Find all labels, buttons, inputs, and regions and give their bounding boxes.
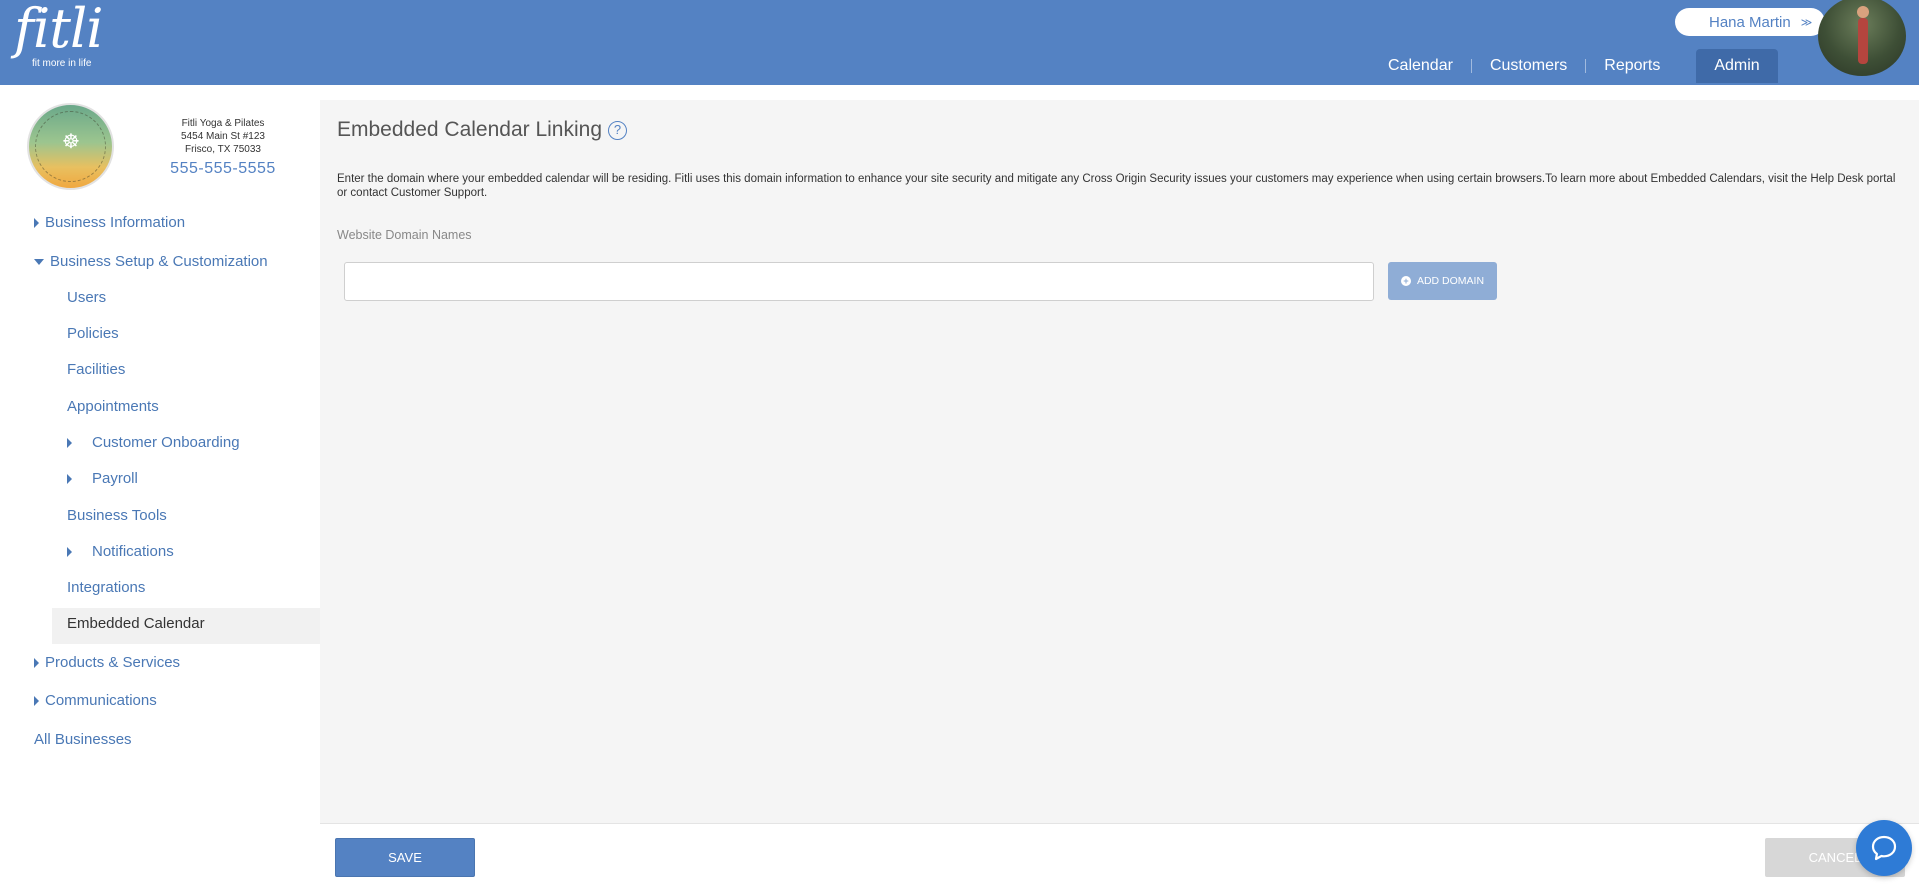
- user-menu-button[interactable]: Hana Martin ≫: [1675, 8, 1825, 36]
- sidebar-item-communications[interactable]: Communications: [34, 692, 157, 709]
- logo-wordmark: fitli: [14, 0, 103, 60]
- business-info: Fitli Yoga & Pilates 5454 Main St #123 F…: [150, 117, 296, 179]
- sidebar-item-customer-onboarding[interactable]: Customer Onboarding: [67, 434, 240, 451]
- business-logo: ☸: [27, 103, 114, 190]
- caret-right-icon: [34, 658, 39, 669]
- sidebar-item-label: Business Information: [45, 214, 186, 231]
- caret-right-icon: [67, 438, 72, 449]
- chat-bubble-glyph: [1871, 835, 1897, 861]
- avatar-figure-shape: [1858, 18, 1868, 64]
- fitli-logo[interactable]: fitli fit more in life: [14, 0, 103, 70]
- chevron-down-icon: ≫: [1800, 16, 1813, 29]
- nav-admin[interactable]: Admin: [1696, 49, 1778, 83]
- sidebar-item-label: Communications: [45, 692, 157, 709]
- sidebar-item-appointments[interactable]: Appointments: [67, 398, 159, 415]
- question-circle-icon[interactable]: ?: [608, 120, 628, 140]
- sidebar-item-label: Business Setup & Customization: [50, 253, 268, 270]
- business-name: Fitli Yoga & Pilates: [181, 118, 265, 129]
- page-description: Enter the domain where your embedded cal…: [337, 173, 1896, 199]
- caret-right-icon: [34, 218, 39, 229]
- domain-input[interactable]: [344, 262, 1374, 301]
- caret-right-icon: [67, 474, 72, 485]
- business-address-line1: 5454 Main St #123: [181, 131, 265, 142]
- sidebar-item-business-tools[interactable]: Business Tools: [67, 507, 167, 524]
- avatar-head-shape: [1857, 6, 1869, 18]
- sidebar-item-embedded-calendar[interactable]: Embedded Calendar: [67, 615, 205, 632]
- sidebar-item-policies[interactable]: Policies: [67, 325, 119, 342]
- main-nav: Calendar Customers Reports Admin: [1370, 49, 1778, 83]
- top-header: fitli fit more in life Hana Martin ≫ Cal…: [0, 0, 1919, 85]
- sidebar-item-label: Customer Onboarding: [92, 434, 240, 451]
- sidebar-item-payroll[interactable]: Payroll: [67, 470, 138, 487]
- chat-bubble-icon[interactable]: [1856, 820, 1912, 876]
- meditation-icon: ☸: [62, 131, 80, 153]
- sidebar-item-all-businesses[interactable]: All Businesses: [34, 731, 132, 748]
- page-title-text: Embedded Calendar Linking: [337, 118, 603, 141]
- sidebar-item-products-services[interactable]: Products & Services: [34, 654, 180, 671]
- save-button[interactable]: SAVE: [335, 838, 475, 877]
- add-domain-button[interactable]: + ADD DOMAIN: [1388, 262, 1497, 300]
- sidebar-item-business-setup[interactable]: Business Setup & Customization: [34, 253, 268, 270]
- nav-calendar[interactable]: Calendar: [1370, 49, 1471, 83]
- plus-circle-icon: +: [1400, 276, 1411, 286]
- nav-reports[interactable]: Reports: [1586, 49, 1678, 83]
- business-address-line2: Frisco, TX 75033: [185, 144, 261, 155]
- add-domain-label: ADD DOMAIN: [1416, 275, 1485, 287]
- avatar[interactable]: [1818, 0, 1906, 76]
- sidebar-item-label: Products & Services: [45, 654, 181, 671]
- sidebar: ☸ Fitli Yoga & Pilates 5454 Main St #123…: [0, 85, 320, 888]
- page-title: Embedded Calendar Linking ?: [337, 118, 628, 142]
- caret-right-icon: [67, 547, 72, 558]
- sidebar-item-notifications[interactable]: Notifications: [67, 543, 174, 560]
- sidebar-item-label: Payroll: [92, 470, 138, 487]
- logo-tagline: fit more in life: [32, 58, 92, 69]
- sidebar-item-integrations[interactable]: Integrations: [67, 579, 145, 596]
- nav-customers[interactable]: Customers: [1472, 49, 1585, 83]
- sidebar-item-label: Notifications: [92, 543, 174, 560]
- user-name: Hana Martin: [1709, 13, 1791, 31]
- caret-down-icon: [34, 259, 44, 266]
- sidebar-item-facilities[interactable]: Facilities: [67, 361, 125, 378]
- domain-field-label: Website Domain Names: [337, 228, 472, 242]
- main-content: Embedded Calendar Linking ? Enter the do…: [320, 100, 1919, 823]
- footer-divider: [320, 823, 1919, 824]
- caret-right-icon: [34, 696, 39, 707]
- sidebar-item-users[interactable]: Users: [67, 289, 106, 306]
- sidebar-item-business-information[interactable]: Business Information: [34, 214, 185, 231]
- business-phone[interactable]: 555-555-5555: [150, 159, 296, 179]
